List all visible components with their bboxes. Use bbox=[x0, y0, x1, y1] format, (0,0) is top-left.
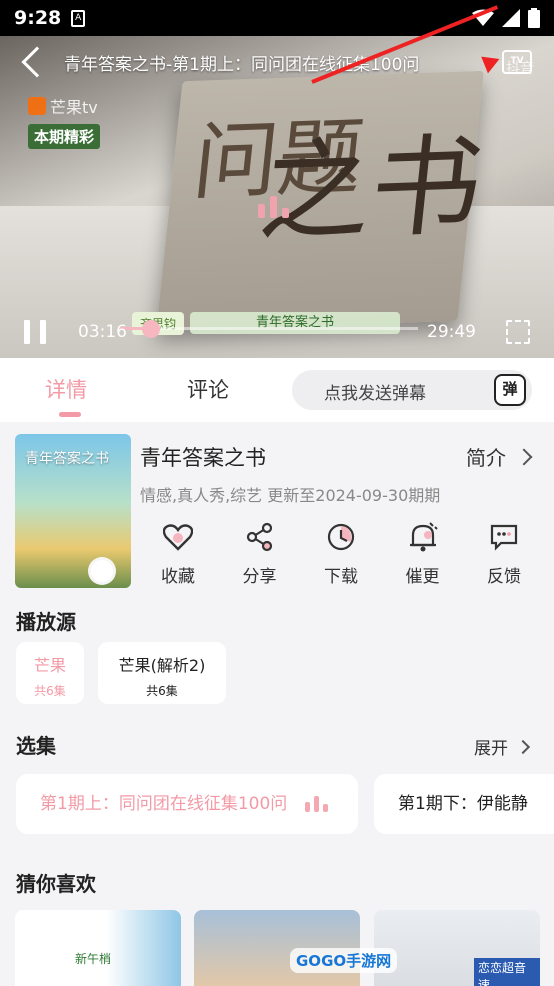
player-controls: 03:16 29:49 bbox=[0, 312, 554, 352]
tab-bar: 详情 评论 点我发送弹幕 弹 bbox=[0, 358, 554, 422]
feedback-button[interactable]: 反馈 bbox=[472, 518, 536, 587]
poster-text: 青年答案之书 bbox=[25, 451, 109, 467]
mgtv-logo: 芒果tv bbox=[28, 94, 98, 118]
intro-button[interactable]: 简介 bbox=[466, 442, 533, 471]
battery-icon bbox=[528, 8, 540, 28]
danmu-toggle-icon[interactable]: 弹 bbox=[494, 374, 526, 406]
recommend-title: 猜你喜欢 bbox=[16, 872, 96, 896]
episode-title: 第1期下：伊能静 bbox=[398, 794, 528, 814]
chevron-right-icon bbox=[515, 448, 533, 465]
mgtv-logo-icon bbox=[28, 97, 46, 115]
intro-label: 简介 bbox=[466, 446, 506, 470]
cover-text-right: 之书 bbox=[254, 121, 489, 258]
video-player[interactable]: 问题 之书 青年答案之书-第1期上：同问团在线征集100问 TV 芒果tv 本期… bbox=[0, 36, 554, 358]
source-name: 芒果 bbox=[33, 656, 66, 675]
sim-icon: A bbox=[71, 9, 86, 27]
pause-button[interactable] bbox=[24, 320, 46, 344]
loading-indicator bbox=[258, 196, 289, 218]
recommend-card-1[interactable]: 新午梢 bbox=[15, 910, 181, 986]
episode-item-2[interactable]: 第1期下：伊能静 bbox=[374, 774, 554, 834]
source-count: 共6集 bbox=[146, 684, 178, 698]
back-icon[interactable] bbox=[21, 46, 53, 78]
episodes-title: 选集 bbox=[16, 734, 56, 758]
danmu-placeholder: 点我发送弹幕 bbox=[324, 384, 426, 404]
source-name: 芒果(解析2) bbox=[118, 656, 206, 675]
platform-watermark: 抖音 bbox=[506, 61, 534, 77]
details-panel: 青年答案之书 青年答案之书 简介 情感,真人秀,综艺 更新至2024-09-30… bbox=[0, 422, 554, 986]
recommend-card-text: 新午梢 bbox=[75, 952, 112, 966]
playing-indicator-icon bbox=[304, 796, 328, 812]
recommend-card-text: 恋恋超音速 bbox=[474, 958, 540, 986]
bell-icon bbox=[409, 522, 438, 552]
feedback-label: 反馈 bbox=[487, 567, 521, 587]
episode-item-1[interactable]: 第1期上：同问团在线征集100问 bbox=[16, 774, 358, 834]
chevron-right-icon bbox=[515, 739, 531, 754]
episode-title: 第1期上：同问团在线征集100问 bbox=[40, 794, 288, 814]
fullscreen-icon[interactable] bbox=[506, 320, 530, 344]
favorite-label: 收藏 bbox=[161, 567, 195, 587]
signal-icon bbox=[502, 9, 520, 27]
status-time: 9:28 bbox=[14, 7, 62, 29]
show-meta: 情感,真人秀,综艺 更新至2024-09-30期期 bbox=[140, 486, 441, 505]
tab-details[interactable]: 详情 bbox=[45, 374, 87, 417]
source-count: 共6集 bbox=[34, 684, 66, 698]
tab-comments[interactable]: 评论 bbox=[187, 374, 229, 404]
recommend-card-3[interactable]: 恋恋超音速 bbox=[374, 910, 540, 986]
sources-title: 播放源 bbox=[16, 610, 76, 634]
feedback-icon bbox=[490, 524, 518, 551]
expand-episodes-button[interactable]: 展开 bbox=[474, 734, 531, 759]
current-time: 03:16 bbox=[78, 322, 127, 342]
download-button[interactable]: 下载 bbox=[309, 518, 373, 587]
download-icon bbox=[327, 523, 355, 551]
logo-text: 芒果tv bbox=[50, 98, 98, 117]
video-book-cover: 问题 之书 bbox=[156, 70, 488, 332]
highlight-stamp: 本期精彩 bbox=[28, 124, 101, 149]
share-button[interactable]: 分享 bbox=[228, 518, 292, 587]
remind-label: 催更 bbox=[405, 567, 440, 587]
favorite-button[interactable]: 收藏 bbox=[146, 518, 210, 587]
share-icon bbox=[246, 522, 272, 552]
site-watermark: GOGO手游网 bbox=[290, 948, 398, 973]
total-time: 29:49 bbox=[427, 322, 476, 342]
remind-button[interactable]: 催更 bbox=[391, 518, 455, 587]
share-label: 分享 bbox=[242, 567, 277, 587]
source-mgtv-parse2[interactable]: 芒果(解析2) 共6集 bbox=[98, 642, 226, 704]
show-poster: 青年答案之书 bbox=[15, 434, 131, 588]
expand-label: 展开 bbox=[474, 739, 508, 759]
action-bar: 收藏 分享 下载 催更 反馈 bbox=[146, 518, 536, 587]
download-label: 下载 bbox=[324, 567, 358, 587]
poster-flower bbox=[91, 560, 113, 582]
show-title: 青年答案之书 bbox=[140, 446, 266, 470]
danmu-input[interactable]: 点我发送弹幕 弹 bbox=[292, 370, 532, 410]
heart-icon bbox=[163, 524, 193, 551]
player-top-bar: 青年答案之书-第1期上：同问团在线征集100问 TV bbox=[0, 42, 554, 82]
source-mgtv[interactable]: 芒果 共6集 bbox=[16, 642, 84, 704]
